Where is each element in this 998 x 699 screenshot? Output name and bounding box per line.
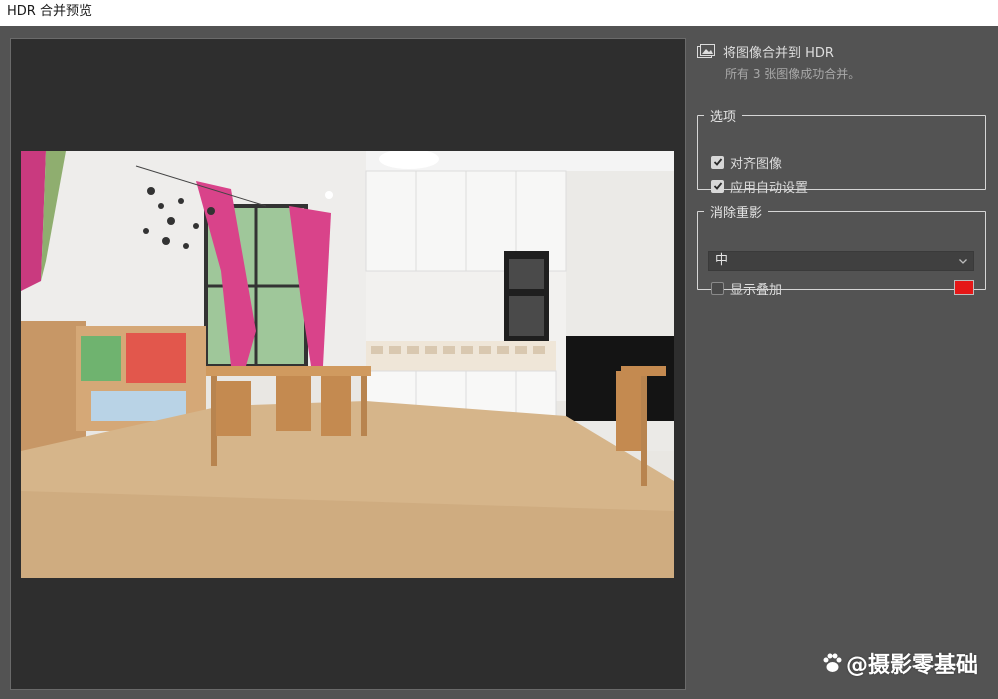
preview-pane: [10, 38, 686, 690]
merge-heading-text: 将图像合并到 HDR: [723, 45, 834, 61]
overlay-color-swatch[interactable]: [954, 280, 974, 295]
chevron-down-icon: [959, 259, 967, 264]
align-images-label: 对齐图像: [730, 156, 783, 172]
watermark: @摄影零基础: [821, 647, 978, 679]
align-images-option[interactable]: 对齐图像: [711, 153, 783, 172]
merge-heading: 将图像合并到 HDR: [697, 42, 834, 61]
deghost-dropdown[interactable]: 中: [708, 251, 974, 271]
paw-icon: [823, 653, 842, 672]
merge-status-text: 所有 3 张图像成功合并。: [725, 67, 861, 81]
show-overlay-option[interactable]: 显示叠加: [711, 279, 783, 298]
options-group: 选项 对齐图像 应用自动设置: [697, 106, 986, 196]
show-overlay-label: 显示叠加: [730, 282, 783, 298]
show-overlay-checkbox[interactable]: [711, 281, 724, 295]
deghost-selected-value: 中: [715, 253, 729, 268]
auto-settings-option[interactable]: 应用自动设置: [711, 177, 809, 196]
check-icon: [713, 182, 722, 190]
deghost-legend: 消除重影: [710, 206, 763, 221]
window-titlebar: HDR 合并预览: [0, 0, 998, 26]
check-icon: [713, 158, 722, 166]
auto-settings-label: 应用自动设置: [730, 180, 809, 196]
align-images-checkbox[interactable]: [711, 155, 724, 169]
window-title: HDR 合并预览: [7, 4, 92, 19]
watermark-text: @摄影零基础: [845, 653, 978, 678]
hdr-preview-image: [21, 151, 674, 578]
options-legend: 选项: [710, 110, 737, 125]
image-icon: [697, 44, 715, 58]
deghost-group: 消除重影 中 显示叠加: [697, 202, 986, 298]
auto-settings-checkbox[interactable]: [711, 179, 724, 193]
